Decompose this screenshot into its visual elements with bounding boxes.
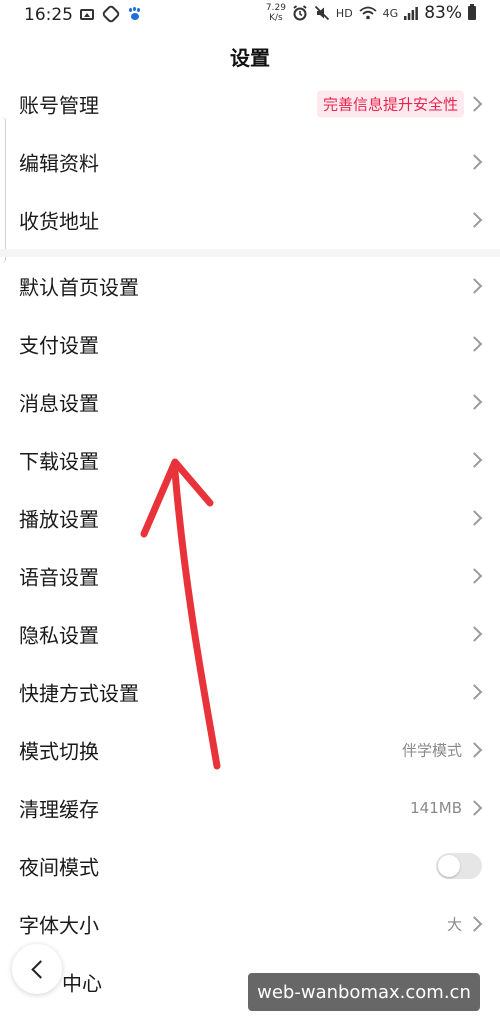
back-button[interactable] <box>12 944 62 994</box>
signal-icon <box>404 7 419 20</box>
setting-row-edit-profile[interactable]: 编辑资料 <box>0 133 500 191</box>
setting-row-account[interactable]: 账号管理 完善信息提升安全性 <box>0 75 500 133</box>
notification-icons <box>80 4 142 24</box>
setting-row-message[interactable]: 消息设置 <box>0 373 500 431</box>
network-speed-value: 7.29 <box>265 3 286 13</box>
status-bar: 16:25 7.29 K/s HD 4G 83% <box>0 0 500 32</box>
chevron-right-icon <box>466 510 483 526</box>
font-size-value: 大 <box>446 915 462 934</box>
page-title: 设置 <box>230 46 270 70</box>
toggle-knob <box>438 855 460 877</box>
setting-label: 中心 <box>62 971 102 996</box>
setting-label: 播放设置 <box>19 507 99 532</box>
setting-row-default-home[interactable]: 默认首页设置 <box>0 257 500 315</box>
chevron-right-icon <box>466 684 483 700</box>
chevron-right-icon <box>466 278 483 294</box>
setting-label: 收货地址 <box>19 209 99 234</box>
settings-screen: 16:25 7.29 K/s HD 4G 83% 设置 账号管理 完善信息提升安… <box>0 0 500 1028</box>
setting-label: 夜间模式 <box>19 855 99 880</box>
setting-label: 下载设置 <box>19 449 99 474</box>
setting-label: 隐私设置 <box>19 623 99 648</box>
wifi-icon <box>359 6 377 20</box>
setting-label: 字体大小 <box>19 913 99 938</box>
setting-label: 消息设置 <box>19 391 99 416</box>
setting-row-mode-switch[interactable]: 模式切换 伴学模式 <box>0 721 500 779</box>
chevron-right-icon <box>466 394 483 410</box>
battery-percent: 83% <box>424 3 462 23</box>
alarm-icon <box>293 5 307 21</box>
setting-row-night-mode: 夜间模式 <box>0 837 500 895</box>
network-speed: 7.29 K/s <box>266 3 286 23</box>
network-type-label: 4G <box>382 6 399 20</box>
hexagon-notification-icon <box>101 4 121 24</box>
setting-row-shortcut[interactable]: 快捷方式设置 <box>0 663 500 721</box>
chevron-right-icon <box>466 96 483 112</box>
hd-label: HD <box>335 6 353 20</box>
baidu-paw-icon <box>128 8 142 20</box>
setting-row-voice[interactable]: 语音设置 <box>0 547 500 605</box>
battery-icon <box>468 4 476 20</box>
image-notification-icon <box>80 8 94 20</box>
night-mode-toggle[interactable] <box>436 853 482 879</box>
setting-label: 账号管理 <box>19 93 99 118</box>
setting-label: 模式切换 <box>19 739 99 764</box>
setting-row-clear-cache[interactable]: 清理缓存 141MB <box>0 779 500 837</box>
setting-row-address[interactable]: 收货地址 <box>0 191 500 249</box>
setting-row-privacy[interactable]: 隐私设置 <box>0 605 500 663</box>
status-time: 16:25 <box>24 5 73 25</box>
chevron-right-icon <box>466 626 483 642</box>
mode-value: 伴学模式 <box>401 741 462 760</box>
setting-row-download[interactable]: 下载设置 <box>0 431 500 489</box>
chevron-right-icon <box>466 800 483 816</box>
chevron-right-icon <box>466 154 483 170</box>
watermark: web-wanbomax.com.cn <box>248 973 480 1011</box>
network-speed-unit: K/s <box>269 13 283 23</box>
chevron-right-icon <box>466 336 483 352</box>
mute-icon <box>314 5 330 21</box>
setting-label: 清理缓存 <box>19 797 99 822</box>
chevron-right-icon <box>466 212 483 228</box>
cache-size-value: 141MB <box>410 799 462 817</box>
chevron-right-icon <box>466 452 483 468</box>
section-divider <box>0 249 500 257</box>
setting-row-playback[interactable]: 播放设置 <box>0 489 500 547</box>
setting-label: 默认首页设置 <box>19 275 139 300</box>
setting-label: 快捷方式设置 <box>19 681 139 706</box>
setting-label: 编辑资料 <box>19 151 99 176</box>
chevron-right-icon <box>466 568 483 584</box>
chevron-left-icon <box>31 960 50 979</box>
security-hint-badge: 完善信息提升安全性 <box>316 90 464 118</box>
setting-row-font-size[interactable]: 字体大小 大 <box>0 895 500 953</box>
setting-row-payment[interactable]: 支付设置 <box>0 315 500 373</box>
chevron-right-icon <box>466 742 483 758</box>
system-icons: 7.29 K/s HD 4G 83% <box>266 3 476 23</box>
setting-label: 支付设置 <box>19 333 99 358</box>
setting-label: 语音设置 <box>19 565 99 590</box>
title-bar: 设置 <box>0 32 500 76</box>
chevron-right-icon <box>466 916 483 932</box>
